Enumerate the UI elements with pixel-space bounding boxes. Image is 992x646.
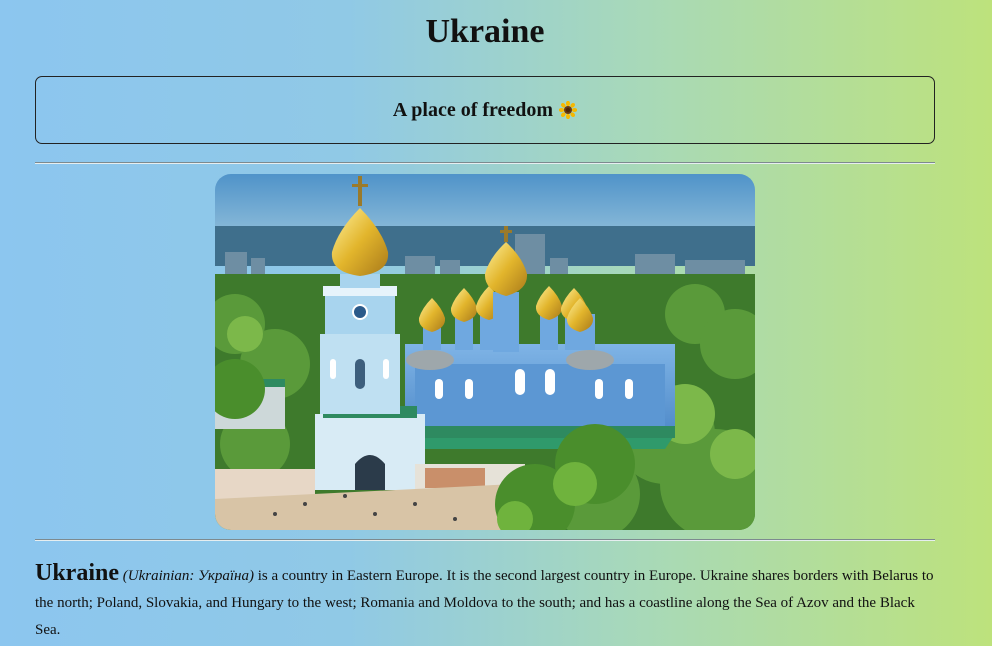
divider-bottom bbox=[35, 539, 935, 541]
article-lead: Ukraine bbox=[35, 560, 119, 586]
tagline-text: A place of freedom bbox=[392, 98, 554, 121]
divider-top bbox=[35, 162, 935, 164]
page-title: Ukraine bbox=[425, 13, 545, 50]
article-native-name: (Ukrainian: Україна) bbox=[122, 568, 254, 584]
article-paragraph: Ukraine (Ukrainian: Україна) is a countr… bbox=[35, 560, 935, 644]
tagline-banner: A place of freedom bbox=[35, 76, 935, 144]
tagline-container: A place of freedom bbox=[392, 98, 578, 122]
monastery-photo bbox=[215, 174, 755, 530]
sunflower-icon bbox=[558, 100, 578, 120]
